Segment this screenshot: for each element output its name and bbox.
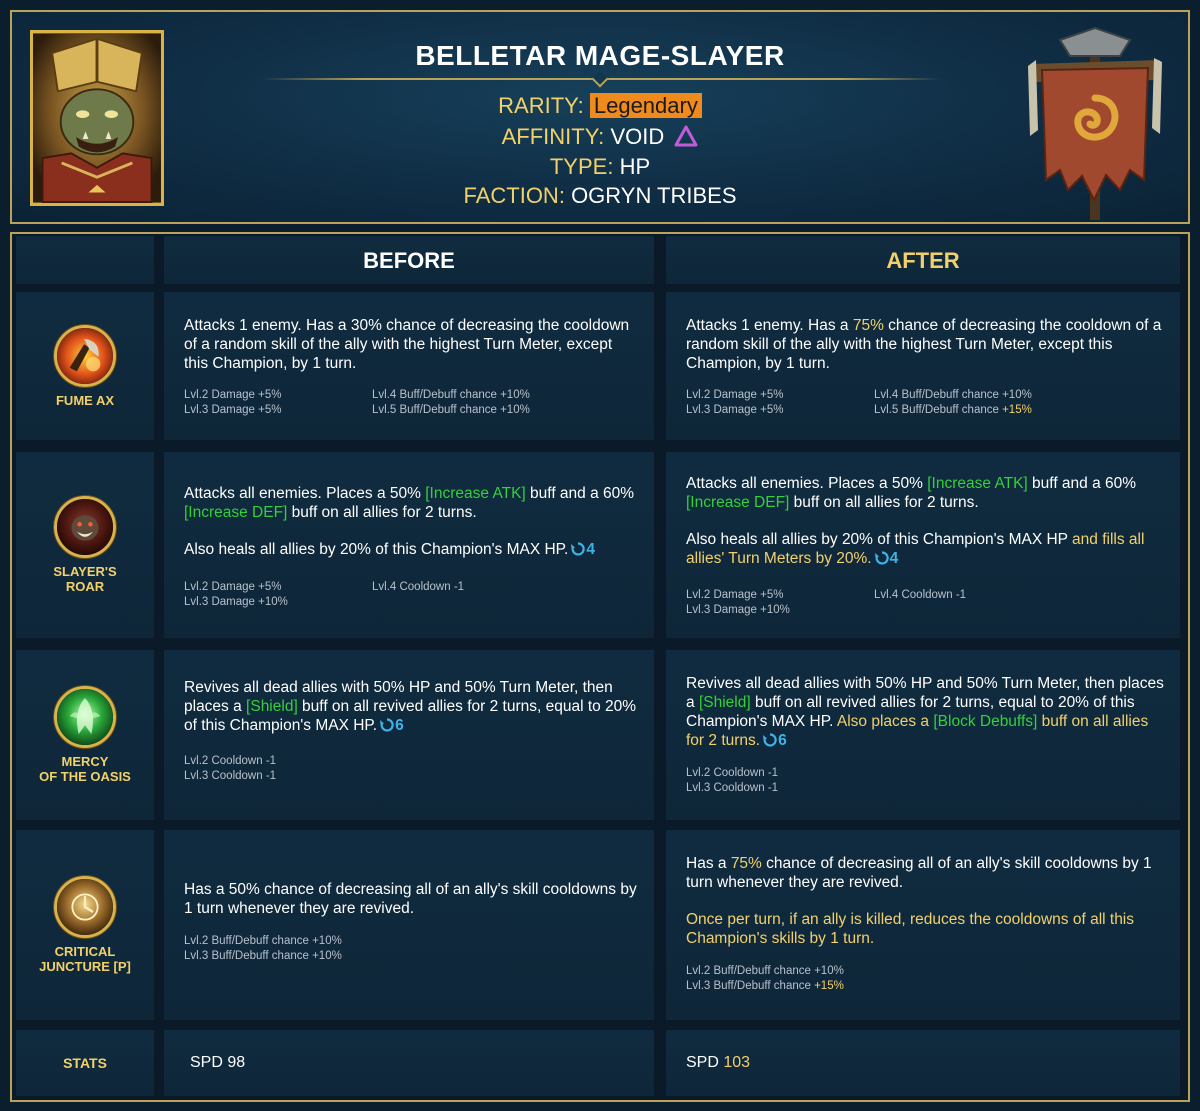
title-divider-notch (591, 70, 609, 88)
cooldown-icon (763, 733, 777, 747)
void-triangle-icon (674, 125, 698, 147)
skill-description: Has a 50% chance of decreasing all of an… (184, 881, 637, 917)
affinity-value: VOID (610, 124, 665, 149)
ogryn-tribes-banner-icon (1028, 26, 1162, 220)
cooldown-icon (874, 551, 889, 565)
stats-after: SPD 103 (666, 1030, 1180, 1096)
faction-banner (1020, 20, 1170, 220)
skill-upgrades: Lvl.2 Buff/Debuff chance +10% Lvl.3 Buff… (686, 965, 844, 992)
rarity-label: RARITY: (498, 93, 584, 118)
cooldown-icon (380, 718, 394, 732)
rarity-row: RARITY: Legendary (12, 92, 1188, 120)
skill-name: CRITICAL JUNCTURE [P] (39, 944, 131, 974)
slayers-roar-before: Attacks all enemies. Places a 50% [Incre… (164, 452, 654, 638)
skill-upgrades: Lvl.2 Damage +5% Lvl.4 Cooldown -1 Lvl.3 … (184, 581, 465, 608)
skill-fume-ax: FUME AX (16, 292, 154, 440)
stats-row-label: STATS (16, 1030, 154, 1096)
fume-ax-before: Attacks 1 enemy. Has a 30% chance of dec… (164, 292, 654, 440)
skill-name: FUME AX (55, 392, 115, 408)
rarity-badge: Legendary (589, 93, 702, 118)
skill-upgrades: Lvl.2 Damage +5% Lvl.4 Buff/Debuff chance… (184, 389, 530, 416)
speed-before: SPD 98 (190, 1054, 246, 1071)
skill-description: Revives all dead allies with 50% HP and … (184, 679, 637, 734)
cooldown-indicator: 6 (760, 732, 787, 749)
fume-ax-icon (54, 324, 116, 387)
skill-name: SLAYER'S ROAR (53, 564, 117, 594)
skill-description: Attacks all enemies. Places a 50% [Incre… (184, 485, 635, 558)
cooldown-indicator: 4 (872, 550, 898, 567)
cooldown-indicator: 4 (568, 541, 595, 558)
critical-juncture-after: Has a 75% chance of decreasing all of an… (666, 830, 1180, 1020)
fume-ax-after: Attacks 1 enemy. Has a 75% chance of dec… (666, 292, 1180, 440)
skill-upgrades: Lvl.2 Damage +5% Lvl.4 Buff/Debuff chance… (686, 389, 1032, 416)
faction-value: OGRYN TRIBES (571, 183, 737, 208)
skill-upgrades: Lvl.2 Cooldown -1 Lvl.3 Cooldown -1 (686, 767, 779, 794)
champion-header: BELLETAR MAGE-SLAYER RARITY: Legendary A… (10, 10, 1190, 224)
skill-description: Attacks 1 enemy. Has a 75% chance of dec… (686, 317, 1162, 372)
speed-after: SPD 103 (686, 1054, 751, 1071)
faction-label: FACTION: (463, 183, 565, 208)
skill-critical-juncture: CRITICAL JUNCTURE [P] (16, 830, 154, 1020)
type-value: HP (619, 154, 651, 179)
skill-mercy-of-the-oasis: MERCY OF THE OASIS (16, 650, 154, 820)
skill-slayers-roar: SLAYER'S ROAR (16, 452, 154, 638)
slayers-roar-after: Attacks all enemies. Places a 50% [Incre… (666, 452, 1180, 638)
slayers-roar-icon (54, 496, 116, 558)
critical-juncture-icon (54, 876, 116, 938)
cooldown-icon (571, 542, 586, 556)
skill-description: Attacks all enemies. Places a 50% [Incre… (686, 475, 1145, 567)
skill-description: Revives all dead allies with 50% HP and … (686, 675, 1164, 749)
affinity-row: AFFINITY: VOID (12, 123, 1188, 151)
column-header-after: AFTER (666, 236, 1180, 284)
skill-description: Attacks 1 enemy. Has a 30% chance of dec… (184, 317, 630, 372)
stats-before: SPD 98 (164, 1030, 654, 1096)
faction-row: FACTION: OGRYN TRIBES (12, 182, 1188, 210)
corner-cell (16, 236, 154, 284)
stats-label: STATS (63, 1055, 107, 1071)
mercy-of-the-oasis-after: Revives all dead allies with 50% HP and … (666, 650, 1180, 820)
affinity-label: AFFINITY: (501, 124, 605, 149)
column-header-before: BEFORE (164, 236, 654, 284)
skill-description: Has a 75% chance of decreasing all of an… (686, 855, 1152, 947)
mercy-of-the-oasis-before: Revives all dead allies with 50% HP and … (164, 650, 654, 820)
champion-name: BELLETAR MAGE-SLAYER (415, 40, 785, 71)
skill-upgrades: Lvl.2 Buff/Debuff chance +10% Lvl.3 Buff… (184, 935, 342, 962)
type-row: TYPE: HP (12, 153, 1188, 181)
cooldown-indicator: 6 (377, 717, 404, 734)
type-label: TYPE: (549, 154, 614, 179)
skill-upgrades: Lvl.2 Cooldown -1 Lvl.3 Cooldown -1 (184, 755, 277, 782)
critical-juncture-before: Has a 50% chance of decreasing all of an… (164, 830, 654, 1020)
skill-comparison-table: BEFORE AFTER FUME AX Attacks 1 enemy. Ha… (10, 232, 1190, 1102)
skill-upgrades: Lvl.2 Damage +5% Lvl.4 Cooldown -1 Lvl.3 … (686, 589, 967, 616)
mercy-of-the-oasis-icon (54, 686, 116, 748)
skill-name: MERCY OF THE OASIS (39, 754, 131, 784)
